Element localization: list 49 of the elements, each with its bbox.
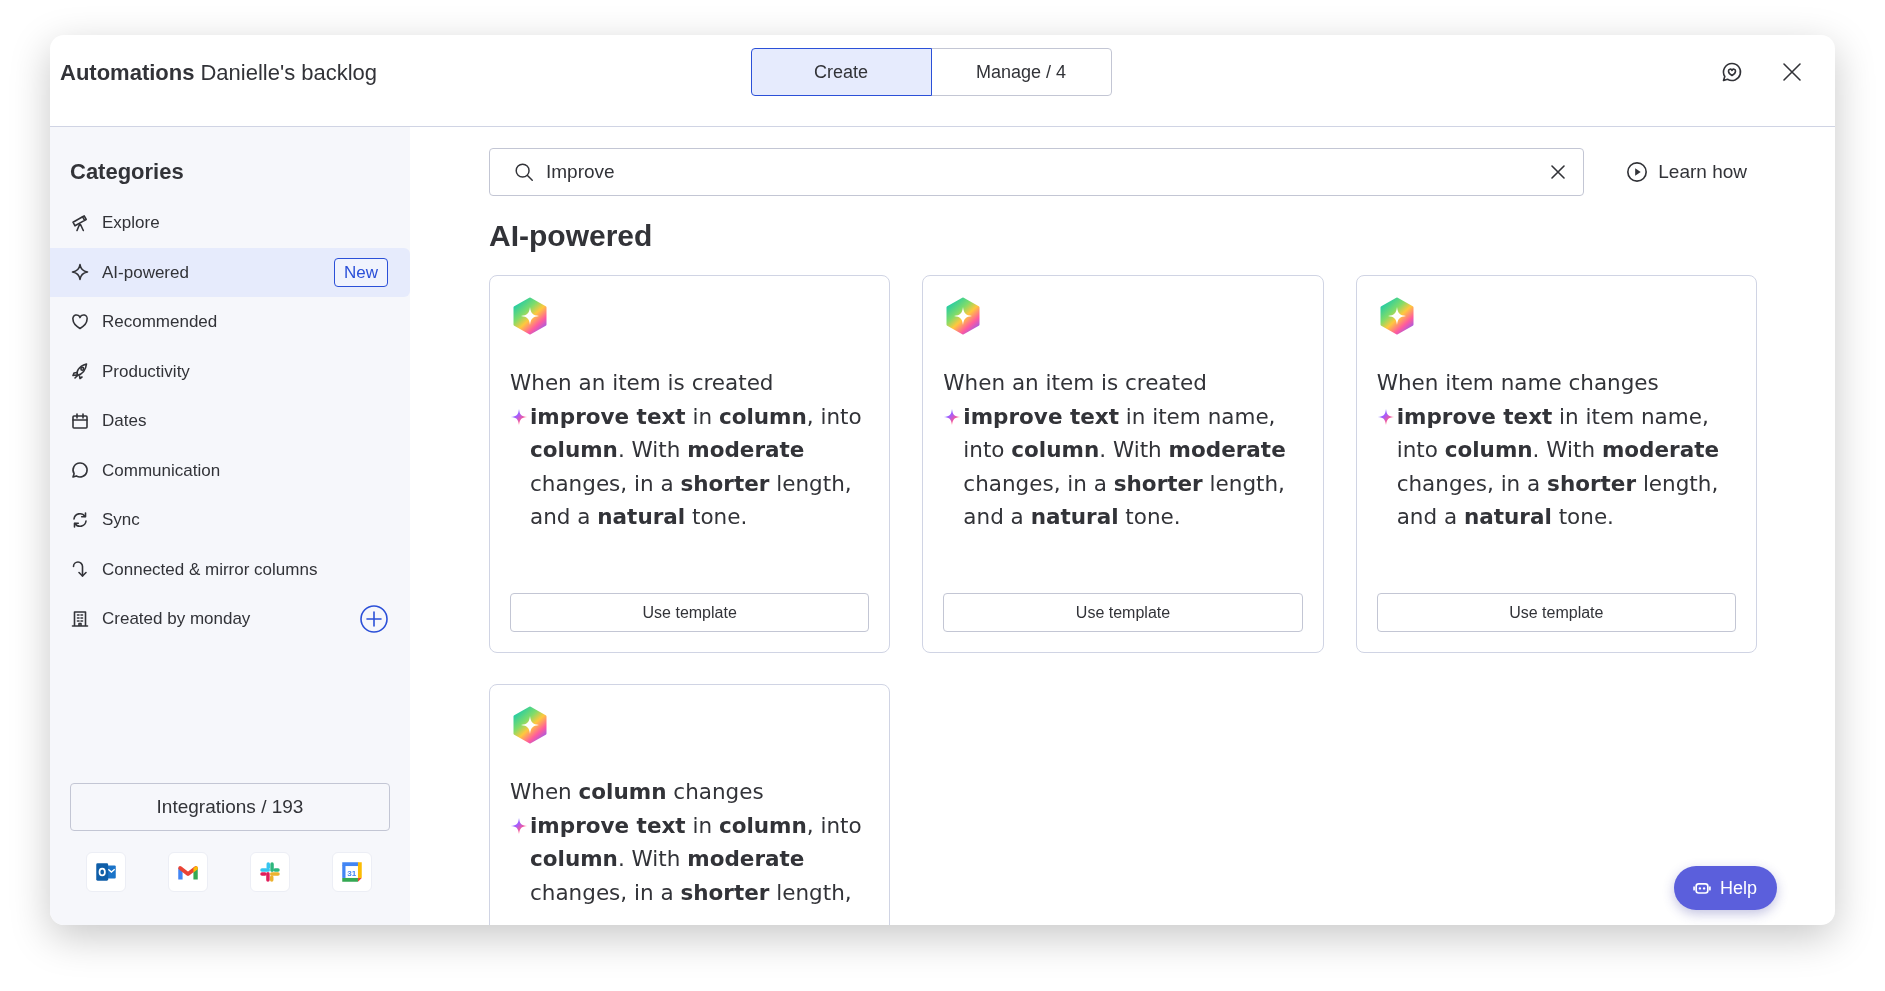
- speech-bubble-icon: [70, 460, 90, 481]
- m-logo-icon[interactable]: [168, 852, 208, 892]
- telescope-icon: [70, 212, 90, 233]
- sidebar-item[interactable]: AI-powered New: [50, 247, 410, 297]
- new-badge: New: [334, 257, 388, 287]
- use-template-button[interactable]: Use template: [943, 593, 1303, 632]
- refresh-icon: [70, 509, 90, 530]
- building-icon: [70, 608, 90, 629]
- help-button[interactable]: Help: [1673, 866, 1777, 910]
- action-text: improve text in item name, into column. With moderate changes, in a shorter length, and a natural tone.: [1396, 402, 1721, 531]
- sidebar-item[interactable]: Created by monday: [50, 594, 410, 644]
- sidebar-item[interactable]: Recommended: [50, 297, 410, 347]
- board-name: Danielle's backlog: [200, 58, 378, 87]
- sidebar-item[interactable]: Sync: [50, 495, 410, 545]
- heart-icon: [70, 311, 90, 332]
- search-field[interactable]: Improve: [489, 148, 1585, 196]
- action-text: improve text in column, into column. With moderate changes, in a shorter length,: [530, 811, 863, 907]
- curved-arrow-icon: [70, 559, 90, 580]
- play-icon: [1626, 161, 1649, 183]
- sidebar-item[interactable]: Explore: [50, 198, 410, 248]
- sidebar-heading: Categories: [70, 158, 185, 186]
- trigger-text: When an item is created: [943, 369, 1208, 397]
- tab[interactable]: Create: [750, 48, 932, 96]
- pinwheel-logo-icon[interactable]: [250, 852, 290, 892]
- rocket-icon: [70, 361, 90, 382]
- section-heading: AI-powered: [489, 218, 654, 254]
- action-text: improve text in column, into column. With moderate changes, in a shorter length, and a natural tone.: [530, 402, 863, 531]
- close-icon[interactable]: [1551, 165, 1566, 179]
- calendar-icon: [70, 410, 90, 431]
- sidebar-item[interactable]: Connected & mirror columns: [50, 544, 410, 594]
- chat-heart-icon[interactable]: [1720, 60, 1744, 84]
- sidebar-item[interactable]: Productivity: [50, 346, 410, 396]
- trigger-text: When column changes: [510, 778, 765, 806]
- plus-circle-icon[interactable]: [360, 604, 388, 633]
- action-text: improve text in item name, into column. With moderate changes, in a shorter length, and a natural tone.: [963, 402, 1287, 531]
- integrations-button[interactable]: Integrations / 193: [70, 783, 390, 831]
- close-icon[interactable]: [1782, 62, 1802, 82]
- trigger-text: When an item is created: [510, 369, 775, 397]
- use-template-button[interactable]: Use template: [510, 593, 870, 632]
- sidebar-item[interactable]: Communication: [50, 445, 410, 495]
- sparkle-icon: [70, 262, 90, 283]
- mail-app-icon[interactable]: [86, 852, 126, 892]
- trigger-text: When item name changes: [1376, 369, 1660, 397]
- tab[interactable]: Manage / 4: [930, 48, 1112, 96]
- app-title: Automations: [60, 58, 195, 87]
- search-icon: [513, 161, 535, 183]
- sidebar-item[interactable]: Dates: [50, 396, 410, 446]
- learn-how-button[interactable]: Learn how: [1626, 157, 1747, 187]
- use-template-button[interactable]: Use template: [1376, 593, 1736, 632]
